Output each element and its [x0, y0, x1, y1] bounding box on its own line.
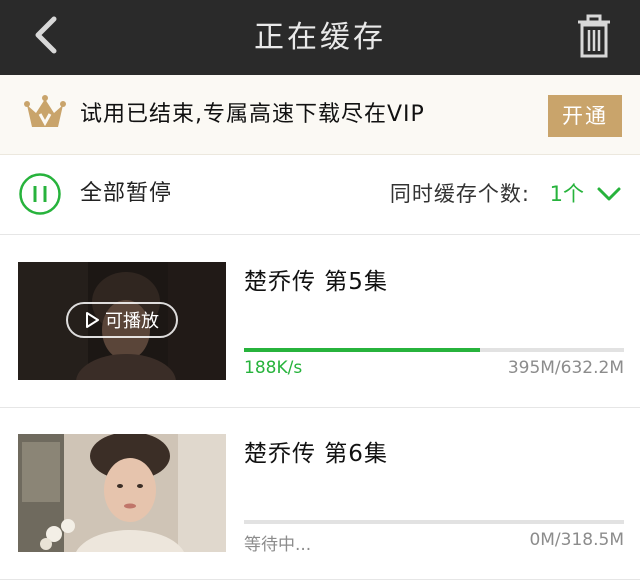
download-item[interactable]: 楚乔传 第6集 等待中... 0M/318.5M [0, 408, 640, 580]
playable-button[interactable]: 可播放 [66, 302, 178, 338]
top-bar: 正在缓存 [0, 0, 640, 75]
download-controls: 全部暂停 同时缓存个数: 1个 [0, 155, 640, 235]
episode-title: 楚乔传 第6集 [244, 441, 388, 467]
episode-title: 楚乔传 第5集 [244, 269, 388, 295]
trash-icon [578, 14, 610, 58]
concurrent-count-label: 同时缓存个数: [389, 182, 530, 206]
download-progress-fill [244, 348, 480, 352]
vip-banner: 试用已结束,专属高速下载尽在VIP 开通 [0, 75, 640, 155]
concurrent-count-value[interactable]: 1个 [550, 155, 584, 233]
activate-vip-button[interactable]: 开通 [548, 95, 622, 137]
download-progress-bar [244, 348, 624, 352]
download-progress-bar [244, 520, 624, 524]
thumbnail-image [18, 434, 226, 552]
download-status: 等待中... [244, 535, 312, 555]
delete-button[interactable] [570, 8, 618, 64]
crown-icon [24, 95, 66, 127]
vip-promo-text: 试用已结束,专属高速下载尽在VIP [80, 102, 425, 127]
pause-all-button[interactable]: 全部暂停 [80, 155, 172, 233]
download-size: 395M/632.2M [507, 358, 624, 378]
video-thumbnail[interactable] [18, 434, 226, 552]
video-thumbnail[interactable]: 可播放 [18, 262, 226, 380]
pause-circle-icon[interactable] [18, 172, 62, 216]
download-speed: 188K/s [244, 358, 303, 378]
playable-label: 可播放 [105, 311, 159, 332]
download-size: 0M/318.5M [529, 530, 624, 550]
download-item[interactable]: 可播放 楚乔传 第5集 188K/s 395M/632.2M [0, 236, 640, 408]
play-icon [86, 312, 99, 328]
page-title: 正在缓存 [254, 20, 386, 55]
chevron-down-icon[interactable] [594, 179, 624, 209]
